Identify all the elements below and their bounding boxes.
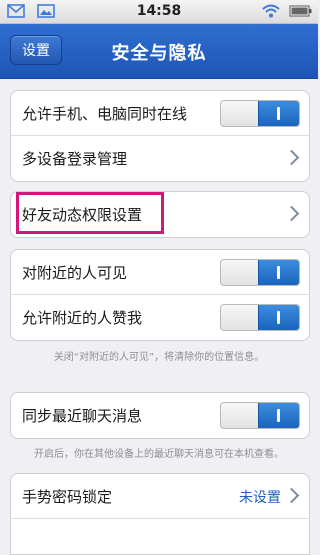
row-sync-recent-chats[interactable]: 同步最近聊天消息: [11, 393, 309, 438]
row-label: 对附近的人可见: [22, 264, 128, 282]
row-next-item[interactable]: [11, 519, 309, 554]
settings-group-lock: 手势密码锁定 未设置: [10, 473, 310, 555]
sync-chats-toggle[interactable]: [220, 402, 300, 429]
gesture-lock-value: 未设置: [239, 490, 281, 506]
nearby-hint: 关闭“对附近的人可见”，将清除你的位置信息。: [53, 352, 265, 363]
battery-icon: [289, 5, 312, 17]
toggle-knob: [258, 101, 299, 126]
toggle-knob: [258, 403, 299, 428]
page-title: 安全与隐私: [111, 43, 207, 64]
row-visible-to-nearby[interactable]: 对附近的人可见: [11, 250, 309, 295]
row-label: 允许手机、电脑同时在线: [22, 105, 188, 123]
multi-online-toggle[interactable]: [220, 100, 300, 127]
chevron-right-icon: [283, 205, 300, 222]
row-label: 同步最近聊天消息: [22, 407, 143, 425]
toggle-knob: [258, 305, 299, 330]
highlight-annotation: [16, 192, 164, 234]
nav-bar: 设置 安全与隐私: [0, 24, 318, 79]
status-bar: 14:58: [0, 0, 318, 24]
chevron-right-icon: [283, 487, 300, 504]
chevron-right-icon: [283, 149, 300, 166]
row-device-login-manage[interactable]: 多设备登录管理: [11, 136, 309, 181]
row-gesture-lock[interactable]: 手势密码锁定 未设置: [11, 474, 309, 519]
wifi-icon: [262, 4, 280, 18]
row-allow-nearby-like[interactable]: 允许附近的人赞我: [11, 295, 309, 340]
settings-group-sync: 同步最近聊天消息: [10, 392, 310, 439]
row-label: 允许附近的人赞我: [22, 309, 143, 327]
visible-nearby-toggle[interactable]: [220, 259, 300, 286]
row-label: 手势密码锁定: [22, 488, 113, 506]
settings-group-nearby: 对附近的人可见 允许附近的人赞我: [10, 249, 310, 341]
nearby-like-toggle[interactable]: [220, 304, 300, 331]
toggle-knob: [258, 260, 299, 285]
settings-group-online: 允许手机、电脑同时在线 多设备登录管理: [10, 90, 310, 182]
row-allow-multi-online[interactable]: 允许手机、电脑同时在线: [11, 91, 309, 136]
row-label: 多设备登录管理: [22, 150, 128, 168]
sync-hint: 开启后，你在其他设备上的最近聊天消息可在本机查看。: [34, 449, 284, 460]
